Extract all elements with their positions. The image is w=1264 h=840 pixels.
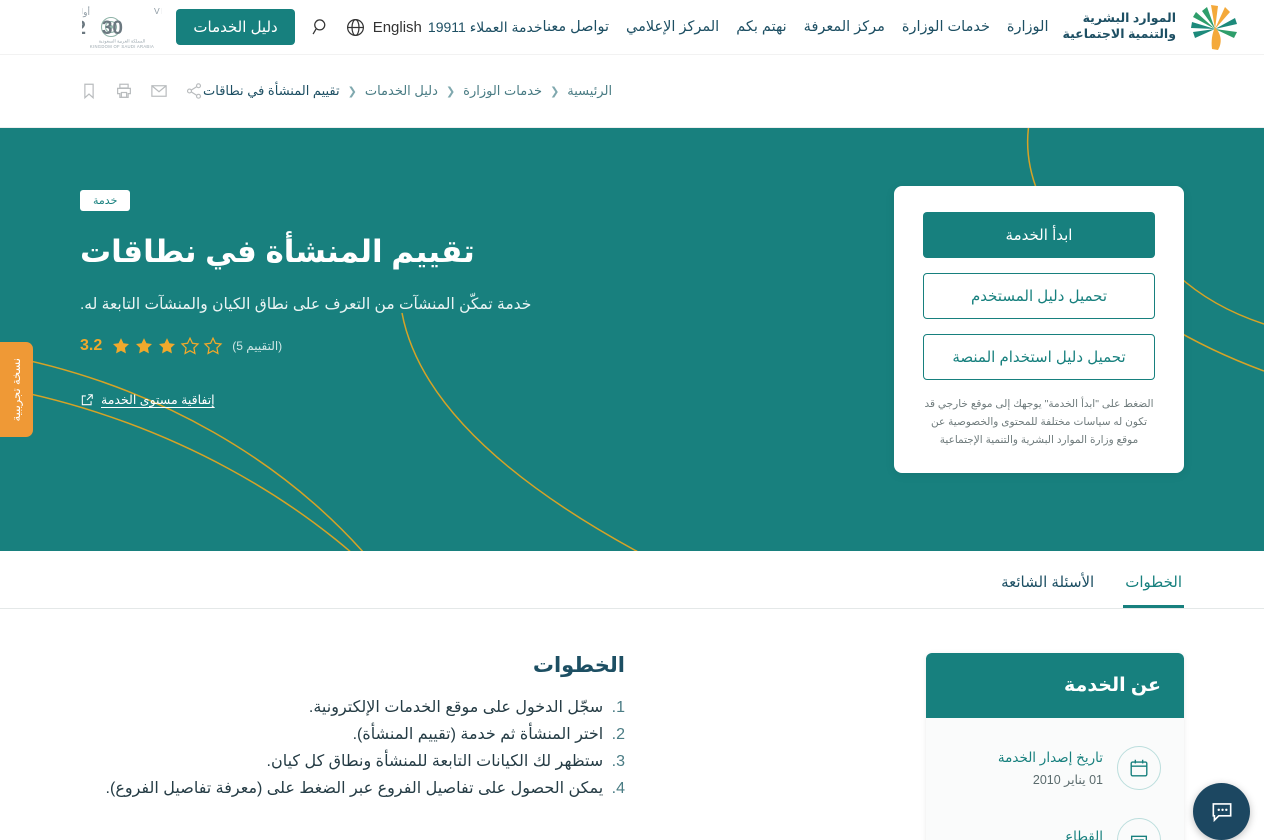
external-site-notice: الضغط على "ابدأ الخدمة" يوجهك إلى موقع خ… <box>924 398 1154 447</box>
search-button[interactable] <box>311 17 331 37</box>
vision-2030-logo-icon[interactable]: VISION أولـــة 2 30 المملكة العربية السع… <box>82 4 162 50</box>
globe-icon <box>346 18 364 36</box>
tab-steps[interactable]: الخطوات <box>1123 551 1184 608</box>
main-nav: الوزارة خدمات الوزارة مركز المعرفة نهتم … <box>543 19 1049 35</box>
list-item: 1. سجّل الدخول على موقع الخدمات الإلكترو… <box>80 696 625 721</box>
svg-text:KINGDOM OF SAUDI ARABIA: KINGDOM OF SAUDI ARABIA <box>90 44 154 49</box>
breadcrumb: الرئيسية ❮ خدمات الوزارة ❮ دليل الخدمات … <box>203 83 612 99</box>
start-service-button[interactable]: ابدأ الخدمة <box>923 212 1155 258</box>
language-label: English <box>372 18 422 36</box>
status-badge: خدمة <box>80 190 131 211</box>
search-icon <box>312 19 326 35</box>
nav-ministry-services[interactable]: خدمات الوزارة <box>902 19 990 35</box>
tab-faq[interactable]: الأسئلة الشائعة <box>999 551 1096 608</box>
star-empty-icon[interactable] <box>180 336 200 356</box>
download-user-guide-button[interactable]: تحميل دليل المستخدم <box>923 273 1155 319</box>
rating-stars[interactable] <box>111 336 223 356</box>
svg-text:أولـــة: أولـــة <box>82 5 90 18</box>
nav-we-care[interactable]: نهتم بكم <box>736 19 786 35</box>
brand-line-1: الموارد البشرية <box>1082 11 1176 26</box>
external-link-icon <box>81 393 93 405</box>
breadcrumb-bar: الرئيسية ❮ خدمات الوزارة ❮ دليل الخدمات … <box>0 55 1264 128</box>
breadcrumb-current: تقييم المنشأة في نطاقات <box>203 83 340 98</box>
chevron-left-icon: ❮ <box>550 85 560 98</box>
list-item: 2. اختر المنشأة ثم خدمة (تقييم المنشأة). <box>80 723 625 748</box>
step-text: يمكن الحصول على تفاصيل الفروع عبر الضغط … <box>105 779 604 797</box>
chat-bubble-icon <box>1212 802 1231 822</box>
site-logo[interactable]: الموارد البشرية والتنمية الاجتماعية <box>1063 3 1247 51</box>
language-switcher[interactable]: English <box>345 17 422 38</box>
breadcrumb-home[interactable]: الرئيسية <box>567 83 612 99</box>
services-guide-button[interactable]: دليل الخدمات <box>176 9 295 45</box>
hrsd-palm-logo-icon <box>1191 5 1237 50</box>
sector-icon <box>1130 835 1148 840</box>
step-number: 2. <box>611 725 625 743</box>
rating-count: (التقييم 5) <box>232 339 283 353</box>
about-label: القطاع <box>1065 829 1103 840</box>
star-filled-icon[interactable] <box>111 336 131 356</box>
bookmark-icon[interactable] <box>80 82 98 100</box>
step-number: 1. <box>611 699 625 716</box>
steps-heading: الخطوات <box>532 654 625 677</box>
main-content: عن الخدمة تاريخ إصدار الخدمة 01 يناير 20 <box>0 609 1264 840</box>
steps-section: الخطوات 1. سجّل الدخول على موقع الخدمات … <box>80 653 625 840</box>
steps-list: 1. سجّل الدخول على موقع الخدمات الإلكترو… <box>80 696 625 802</box>
service-rating[interactable]: (التقييم 5) 3.2 <box>80 336 282 356</box>
chevron-left-icon: ❮ <box>347 85 357 98</box>
print-icon[interactable] <box>115 82 133 100</box>
site-header: الموارد البشرية والتنمية الاجتماعية الوز… <box>0 0 1264 55</box>
chat-support-button[interactable] <box>1193 783 1250 840</box>
about-value: 01 يناير 2010 <box>1032 772 1103 787</box>
list-item: 3. ستظهر لك الكيانات التابعة للمنشأة ونط… <box>80 750 626 775</box>
page-root: الموارد البشرية والتنمية الاجتماعية الوز… <box>0 0 1264 840</box>
hero-content: خدمة تقييم المنشأة في نطاقات خدمة تمكّن … <box>80 128 531 407</box>
breadcrumb-services-guide[interactable]: دليل الخدمات <box>365 83 438 99</box>
nav-contact-us[interactable]: تواصل معنا <box>543 19 609 35</box>
content-tabs-bar: الخطوات الأسئلة الشائعة <box>0 551 1264 609</box>
svg-text:2: 2 <box>82 18 86 39</box>
beta-version-tab[interactable]: نسخة تجريبية <box>0 342 33 437</box>
star-empty-icon[interactable] <box>203 336 223 356</box>
step-number: 3. <box>611 752 625 770</box>
beta-version-label: نسخة تجريبية <box>10 357 23 422</box>
step-number: 4. <box>611 779 625 797</box>
calendar-icon <box>1130 759 1148 777</box>
svg-text:30: 30 <box>102 18 123 39</box>
email-icon[interactable] <box>150 82 168 100</box>
calendar-icon-wrap <box>1117 746 1161 790</box>
hero-section: نسخة تجريبية ابدأ الخدمة تحميل دليل المس… <box>0 128 1264 551</box>
about-service-heading: عن الخدمة <box>926 653 1184 718</box>
star-filled-icon[interactable] <box>157 336 177 356</box>
service-action-card: ابدأ الخدمة تحميل دليل المستخدم تحميل دل… <box>894 186 1184 474</box>
step-text: سجّل الدخول على موقع الخدمات الإلكترونية… <box>308 699 604 716</box>
sector-icon-wrap <box>1117 818 1161 840</box>
rating-value: 3.2 <box>80 337 103 354</box>
about-service-body: تاريخ إصدار الخدمة 01 يناير 2010 القطاع <box>926 718 1184 840</box>
chevron-left-icon: ❮ <box>445 85 456 98</box>
nav-media-center[interactable]: المركز الإعلامي <box>626 19 719 35</box>
sla-link[interactable]: إتفاقية مستوى الخدمة <box>80 392 215 407</box>
nav-knowledge-center[interactable]: مركز المعرفة <box>804 19 885 35</box>
page-description: خدمة تمكّن المنشآت من التعرف على نطاق ال… <box>80 295 532 313</box>
share-icon[interactable] <box>185 82 203 100</box>
star-filled-icon[interactable] <box>134 336 154 356</box>
step-text: اختر المنشأة ثم خدمة (تقييم المنشأة). <box>352 725 604 743</box>
brand-line-2: والتنمية الاجتماعية <box>1062 27 1177 41</box>
download-platform-guide-button[interactable]: تحميل دليل استخدام المنصة <box>923 334 1155 380</box>
about-row-sector: القطاع <box>945 804 1165 840</box>
breadcrumb-ministry-services[interactable]: خدمات الوزارة <box>463 83 542 99</box>
about-service-card: عن الخدمة تاريخ إصدار الخدمة 01 يناير 20 <box>926 653 1184 840</box>
page-tools <box>80 82 203 100</box>
about-label: تاريخ إصدار الخدمة <box>997 749 1103 765</box>
site-logo-text: الموارد البشرية والتنمية الاجتماعية <box>1063 11 1177 42</box>
sla-link-label: إتفاقية مستوى الخدمة <box>101 393 215 407</box>
nav-ministry[interactable]: الوزارة <box>1007 19 1049 35</box>
content-tabs: الخطوات الأسئلة الشائعة <box>80 551 1184 608</box>
svg-text:VISION: VISION <box>154 6 162 16</box>
page-title: تقييم المنشأة في نطاقات <box>80 234 475 269</box>
step-text: ستظهر لك الكيانات التابعة للمنشأة ونطاق … <box>266 752 604 770</box>
about-row-release-date: تاريخ إصدار الخدمة 01 يناير 2010 <box>945 732 1165 804</box>
customer-hotline: خدمة العملاء 19911 <box>427 18 543 35</box>
list-item: 4. يمكن الحصول على تفاصيل الفروع عبر الض… <box>80 777 625 802</box>
